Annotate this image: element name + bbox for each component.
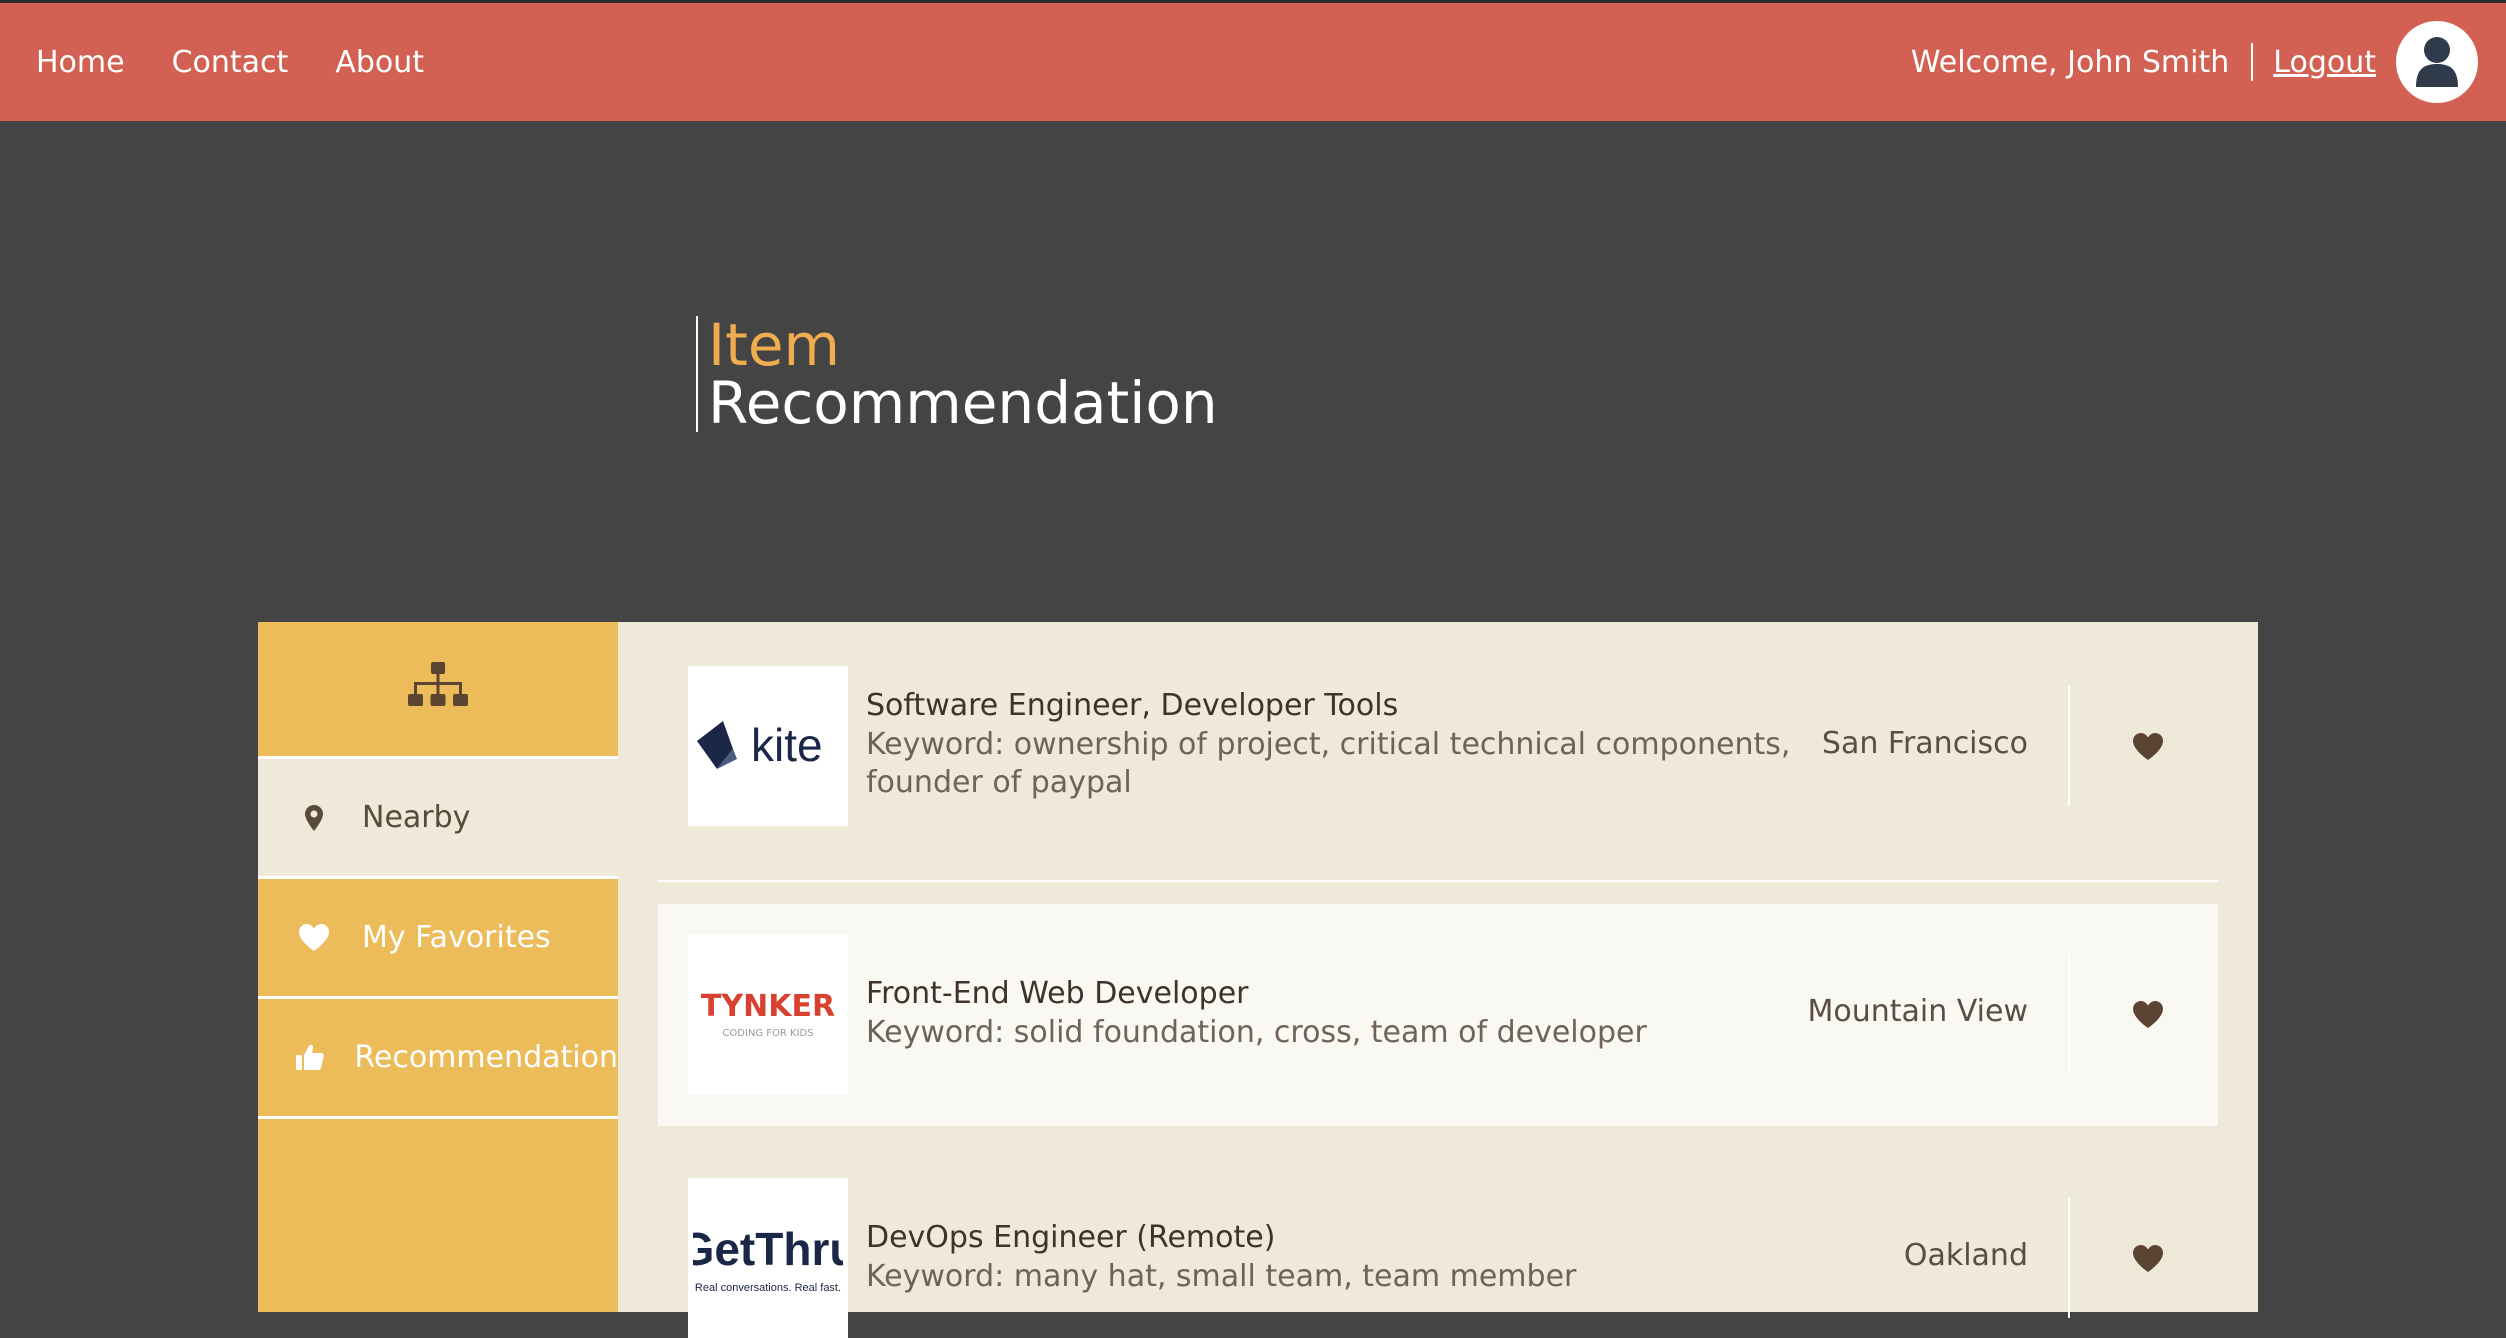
company-logo: GetThru Real conversations. Real fast. — [688, 1178, 848, 1338]
job-location: Oakland — [1903, 1238, 2028, 1273]
job-location: Mountain View — [1807, 994, 2029, 1029]
divider — [2251, 43, 2254, 81]
divider — [658, 880, 2218, 882]
page-title-line2: Recommendation — [708, 369, 1218, 437]
list-item[interactable]: GetThru Real conversations. Real fast. D… — [658, 1178, 2218, 1338]
list-item[interactable]: kite Software Engineer, Developer Tools … — [658, 666, 2218, 826]
sidebar-item-label: Nearby — [362, 800, 471, 835]
logout-link[interactable]: Logout — [2273, 45, 2376, 80]
page-title-line1: Item — [708, 311, 841, 379]
divider — [2068, 1198, 2070, 1318]
nav-contact-link[interactable]: Contact — [172, 45, 289, 80]
sidebar-item-favorites[interactable]: My Favorites — [258, 879, 618, 999]
sidebar-header — [258, 622, 618, 759]
job-title[interactable]: Software Engineer, Developer Tools — [866, 686, 1806, 726]
sidebar-item-label: Recommendation — [354, 1040, 618, 1075]
job-keywords: Keyword: solid foundation, cross, team o… — [866, 1015, 1647, 1050]
sidebar-item-nearby[interactable]: Nearby — [258, 759, 618, 879]
page-title: Item Recommendation — [696, 316, 1218, 432]
logo-subtext: Real conversations. Real fast. — [695, 1282, 841, 1294]
job-location: San Francisco — [1821, 726, 2028, 761]
nav-about-link[interactable]: About — [335, 45, 424, 80]
job-keywords: Keyword: many hat, small team, team memb… — [866, 1259, 1577, 1294]
job-title[interactable]: Front-End Web Developer — [866, 974, 1806, 1014]
nav-home-link[interactable]: Home — [36, 45, 125, 80]
main-nav: Home Contact About — [36, 3, 471, 121]
divider — [2068, 954, 2070, 1074]
heart-icon — [296, 924, 332, 951]
logo-text: GetThru — [693, 1223, 843, 1275]
list-item[interactable]: TYNKER CODING FOR KIDS Front-End Web Dev… — [658, 904, 2218, 1126]
job-keywords: Keyword: ownership of project, critical … — [866, 727, 1791, 800]
thumbs-up-icon — [296, 1044, 324, 1071]
logo-subtext: CODING FOR KIDS — [722, 1028, 813, 1039]
job-title[interactable]: DevOps Engineer (Remote) — [866, 1218, 1806, 1258]
top-navbar: Home Contact About Welcome, John Smith L… — [0, 0, 2506, 121]
sitemap-icon — [407, 662, 469, 716]
user-icon[interactable] — [2396, 21, 2478, 103]
job-info: DevOps Engineer (Remote) Keyword: many h… — [866, 1218, 1806, 1296]
favorite-heart-icon[interactable] — [2128, 994, 2168, 1034]
job-info: Software Engineer, Developer Tools Keywo… — [866, 686, 1806, 802]
sidebar: Nearby My Favorites Recommendation — [258, 622, 618, 1312]
sidebar-item-recommendation[interactable]: Recommendation — [258, 999, 618, 1119]
divider — [2068, 686, 2070, 806]
logo-text: TYNKER — [701, 989, 835, 1024]
company-logo: kite — [688, 666, 848, 826]
welcome-text: Welcome, John Smith — [1910, 44, 2230, 80]
favorite-heart-icon[interactable] — [2128, 1238, 2168, 1278]
company-logo: TYNKER CODING FOR KIDS — [688, 934, 848, 1094]
logo-text: kite — [751, 719, 823, 771]
favorite-heart-icon[interactable] — [2128, 726, 2168, 766]
map-marker-icon — [296, 804, 332, 831]
user-area: Welcome, John Smith Logout — [1911, 3, 2478, 121]
job-info: Front-End Web Developer Keyword: solid f… — [866, 974, 1806, 1052]
sidebar-item-label: My Favorites — [362, 920, 551, 955]
main-panel: Nearby My Favorites Recommendation kite … — [258, 622, 2258, 1338]
